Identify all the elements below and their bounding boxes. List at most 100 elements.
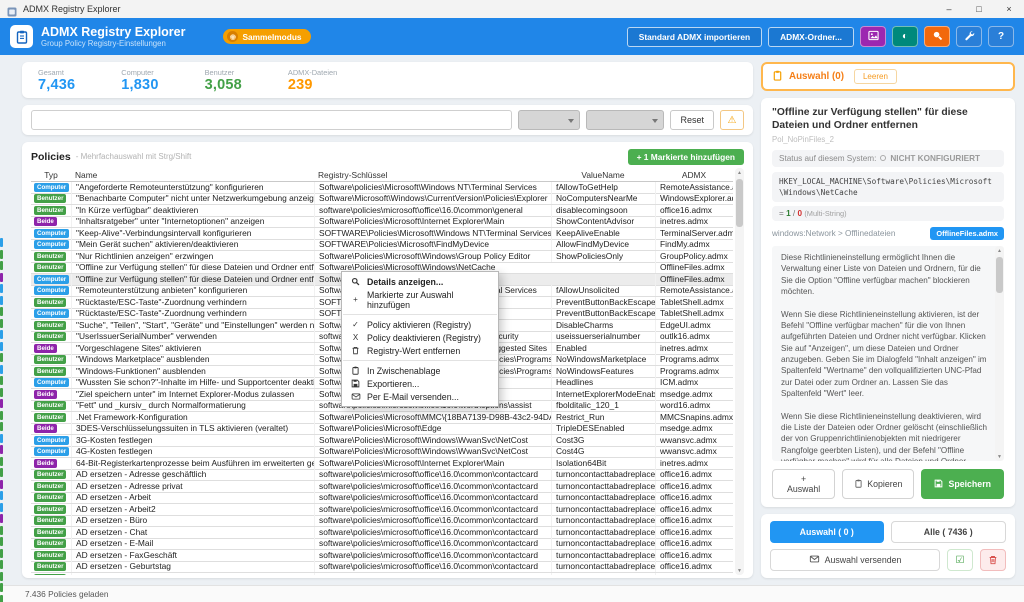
- menu-item[interactable]: Details anzeigen...: [342, 275, 498, 288]
- theme-toggle-button[interactable]: ◐: [892, 26, 918, 47]
- cell-typ: Computer: [31, 240, 71, 249]
- cell-key: Software\Policies\Microsoft\Internet Exp…: [314, 216, 551, 227]
- cell-admx: TabletShell.admx: [655, 297, 733, 308]
- table-row[interactable]: Benutzer.Net Framework-KonfigurationSoft…: [31, 412, 733, 424]
- menu-item[interactable]: +Markierte zur Auswahl hinzufügen: [342, 288, 498, 311]
- screenshot-button[interactable]: [860, 26, 886, 47]
- scroll-up-icon[interactable]: ▲: [735, 168, 744, 177]
- tab-all[interactable]: Alle ( 7436 ): [891, 521, 1007, 543]
- tab-selection[interactable]: Auswahl ( 0 ): [770, 521, 884, 543]
- cell-typ: Beide: [31, 459, 71, 468]
- menu-item[interactable]: Exportieren...: [342, 377, 498, 390]
- admx-file-badge[interactable]: OfflineFiles.admx: [930, 227, 1004, 240]
- table-row[interactable]: Computer"Keep-Alive"-Verbindungsinterval…: [31, 228, 733, 240]
- scroll-up-icon[interactable]: ▲: [995, 246, 1004, 255]
- cell-typ: Computer: [31, 229, 71, 238]
- sammelmodus-badge[interactable]: ◉ Sammelmodus: [223, 29, 310, 44]
- menu-item[interactable]: Registry-Wert entfernen: [342, 344, 498, 357]
- table-row[interactable]: Benutzer"In Kürze verfügbar" deaktiviere…: [31, 205, 733, 217]
- add-to-selection-button[interactable]: + Auswahl: [772, 469, 835, 499]
- admx-folder-button[interactable]: ADMX-Ordner...: [768, 27, 854, 47]
- cell-value: turnoncontacttabadreplace: [551, 492, 655, 503]
- column-header-valuename[interactable]: ValueName: [551, 170, 655, 180]
- scrollbar-thumb[interactable]: [736, 179, 743, 227]
- cell-admx: office16.admx: [655, 504, 733, 515]
- type-badge: Computer: [34, 275, 69, 284]
- column-header-registry[interactable]: Registry-Schlüssel: [314, 170, 551, 180]
- policies-hint: - Mehrfachauswahl mit Strg/Shift: [76, 152, 192, 161]
- menu-item-label: Policy aktivieren (Registry): [367, 320, 471, 330]
- minimize-button[interactable]: –: [934, 0, 964, 18]
- table-row[interactable]: BenutzerAD ersetzen - Bürosoftware\polic…: [31, 516, 733, 528]
- table-scrollbar[interactable]: ▲ ▼: [735, 168, 744, 575]
- confirm-button[interactable]: ☑: [947, 549, 973, 571]
- clear-selection-button[interactable]: Leeren: [854, 69, 897, 84]
- type-badge: Benutzer: [34, 298, 66, 307]
- cell-key: Software\Microsoft\Windows\CurrentVersio…: [314, 193, 551, 204]
- cell-name: .Net Framework-Konfiguration: [71, 412, 314, 423]
- help-button[interactable]: ?: [988, 26, 1014, 47]
- search-input[interactable]: [31, 110, 512, 130]
- cell-value: InternetExplorerModeEnabl: [551, 389, 655, 400]
- filter-select-2[interactable]: [586, 110, 664, 130]
- scrollbar-thumb[interactable]: [996, 257, 1003, 293]
- add-marked-button[interactable]: + 1 Markierte hinzufügen: [628, 149, 744, 165]
- send-selection-button[interactable]: Auswahl versenden: [770, 549, 940, 571]
- cell-name: "Rücktaste/ESC-Taste"-Zuordnung verhinde…: [71, 308, 314, 319]
- table-row[interactable]: Benutzer"Benachbarte Computer" nicht unt…: [31, 194, 733, 206]
- copy-button[interactable]: Kopieren: [842, 469, 914, 499]
- copy-label: Kopieren: [867, 479, 902, 489]
- table-row[interactable]: BenutzerAD ersetzen - Arbeitsoftware\pol…: [31, 493, 733, 505]
- cell-name: "In Kürze verfügbar" deaktivieren: [71, 205, 314, 216]
- save-button[interactable]: Speichern: [921, 469, 1004, 499]
- cell-value: KeepAliveEnable: [551, 228, 655, 239]
- description-scrollbar[interactable]: ▲ ▼: [995, 246, 1004, 461]
- table-row[interactable]: Computer3G-Kosten festlegenSoftware\Poli…: [31, 435, 733, 447]
- scrollbar-track[interactable]: [995, 255, 1004, 452]
- table-row[interactable]: Computer4G-Kosten festlegenSoftware\Poli…: [31, 447, 733, 459]
- table-row[interactable]: BenutzerAD ersetzen - Arbeit2software\po…: [31, 504, 733, 516]
- column-header-name[interactable]: Name: [71, 170, 314, 180]
- table-row[interactable]: Beide64-Bit-Registerkartenprozesse beim …: [31, 458, 733, 470]
- reset-button[interactable]: Reset: [670, 110, 714, 130]
- tools-button[interactable]: [956, 26, 982, 47]
- cell-name: "Fett" und _kursiv_ durch Normalformatie…: [71, 400, 314, 411]
- table-row[interactable]: Computer"Angeforderte Remoteunterstützun…: [31, 182, 733, 194]
- import-standard-admx-button[interactable]: Standard ADMX importieren: [627, 27, 762, 47]
- scroll-down-icon[interactable]: ▼: [995, 452, 1004, 461]
- close-button[interactable]: ×: [994, 0, 1024, 18]
- column-header-typ[interactable]: Typ: [31, 170, 71, 180]
- table-row[interactable]: BenutzerAD ersetzen - Adresse geschäftli…: [31, 470, 733, 482]
- table-row[interactable]: BenutzerAD ersetzen - FaxGeschäftsoftwar…: [31, 550, 733, 562]
- save-icon: [934, 479, 943, 490]
- cell-admx: wwansvc.admx: [655, 446, 733, 457]
- row-status-indicator: [0, 572, 3, 581]
- table-row[interactable]: BenutzerAD ersetzen - E-Mailsoftware\pol…: [31, 539, 733, 551]
- table-row[interactable]: BenutzerAD ersetzen - Adresse privatsoft…: [31, 481, 733, 493]
- filter-select-1[interactable]: [518, 110, 580, 130]
- menu-item[interactable]: Per E-Mail versenden...: [342, 390, 498, 403]
- menu-item[interactable]: ✓Policy aktivieren (Registry): [342, 318, 498, 331]
- warning-icon: ⚠: [728, 115, 737, 126]
- wrench-icon: [964, 30, 975, 44]
- cell-value: PreventButtonBackEscapeMapping: [551, 297, 655, 308]
- table-row[interactable]: Beide"Inhaltsratgeber" unter "Internetop…: [31, 217, 733, 229]
- table-row[interactable]: BenutzerAD ersetzen - Chatsoftware\polic…: [31, 527, 733, 539]
- search-tool-button[interactable]: [924, 26, 950, 47]
- cell-key: Software\Policies\Microsoft\Edge: [314, 423, 551, 434]
- table-row[interactable]: Computer"Mein Gerät suchen" aktivieren/d…: [31, 240, 733, 252]
- column-header-admx[interactable]: ADMX: [655, 170, 733, 180]
- menu-item[interactable]: XPolicy deaktivieren (Registry): [342, 331, 498, 344]
- maximize-button[interactable]: □: [964, 0, 994, 18]
- menu-item[interactable]: In Zwischenablage: [342, 364, 498, 377]
- warning-button[interactable]: ⚠: [720, 110, 744, 130]
- cell-key: software\policies\microsoft\office\16.0\…: [314, 515, 551, 526]
- table-row[interactable]: Benutzer"Nur Richtlinien anzeigen" erzwi…: [31, 251, 733, 263]
- table-row[interactable]: Beide3DES-Verschlüsselungssuiten in TLS …: [31, 424, 733, 436]
- delete-selection-button[interactable]: [980, 549, 1006, 571]
- type-badge: Beide: [34, 390, 57, 399]
- scrollbar-track[interactable]: [735, 177, 744, 566]
- scroll-down-icon[interactable]: ▼: [735, 566, 744, 575]
- table-row[interactable]: BenutzerAD ersetzen - Handysoftware\poli…: [31, 573, 733, 575]
- table-row[interactable]: BenutzerAD ersetzen - Geburtstagsoftware…: [31, 562, 733, 574]
